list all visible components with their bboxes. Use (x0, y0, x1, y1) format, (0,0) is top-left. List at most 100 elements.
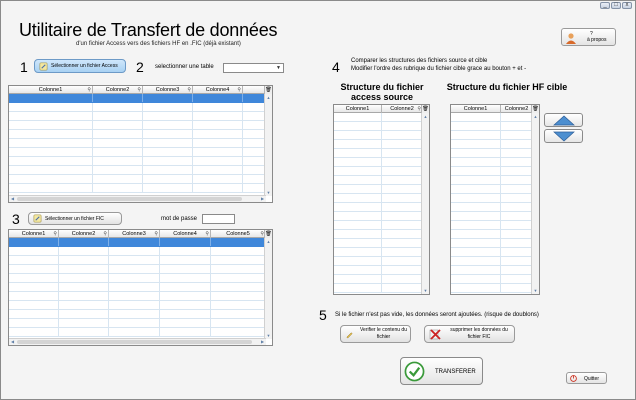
column-header[interactable]: Colonne4 ⚲ (160, 230, 211, 238)
table-row[interactable] (334, 194, 423, 203)
table-row[interactable] (9, 121, 266, 130)
table-row[interactable] (451, 275, 533, 284)
scroll-up-icon[interactable]: ▲ (265, 94, 272, 101)
table-row[interactable] (451, 230, 533, 239)
table-row[interactable] (451, 257, 533, 266)
table-row[interactable] (334, 158, 423, 167)
select-access-file-button[interactable]: Sélectionner un fichier Access (34, 59, 126, 73)
table-row[interactable] (334, 212, 423, 221)
table-row[interactable] (9, 139, 266, 148)
table-row[interactable] (451, 203, 533, 212)
table-row[interactable] (334, 113, 423, 122)
table-row[interactable] (9, 301, 266, 310)
fic-data-grid[interactable]: Colonne1 ⚲ Colonne2 ⚲ Colonne3 ⚲ Colonne4 ⚲ … (8, 229, 273, 346)
access-data-grid[interactable]: Colonne1 ⚲ Colonne2 ⚲ Colonne3 ⚲ Colonne4 ⚲ … (8, 85, 273, 203)
column-header[interactable]: Colonne2 (501, 105, 533, 113)
table-row[interactable] (9, 94, 266, 103)
transfer-button[interactable]: TRANSFERER (400, 357, 483, 385)
table-row[interactable] (9, 292, 266, 301)
table-row[interactable] (334, 122, 423, 131)
table-row[interactable] (9, 184, 266, 193)
column-header[interactable]: Colonne3 ⚲ (109, 230, 160, 238)
table-row[interactable] (334, 149, 423, 158)
table-row[interactable] (451, 266, 533, 275)
vertical-scrollbar[interactable]: ▲ ▼ (264, 94, 272, 196)
table-row[interactable] (451, 113, 533, 122)
scroll-down-icon[interactable]: ▼ (265, 332, 272, 339)
column-header[interactable]: Colonne5 ⚲ (211, 230, 266, 238)
trash-icon[interactable]: 🗑 (264, 86, 272, 94)
table-row[interactable] (334, 284, 423, 293)
vertical-scrollbar[interactable]: ▲ ▼ (421, 113, 429, 294)
table-row[interactable] (451, 284, 533, 293)
table-row[interactable] (451, 212, 533, 221)
column-header[interactable]: Colonne2 ⚲ (93, 86, 143, 94)
maximize-button[interactable]: □ (611, 2, 621, 9)
horizontal-scrollbar[interactable]: ◀ ▶ (9, 195, 266, 202)
move-up-button[interactable] (544, 113, 583, 127)
table-row[interactable] (451, 167, 533, 176)
table-row[interactable] (9, 130, 266, 139)
delete-fic-data-button[interactable]: supprimer les données du fichier FIC (424, 325, 515, 343)
scroll-up-icon[interactable]: ▲ (265, 238, 272, 245)
table-select[interactable]: ▼ (223, 63, 284, 73)
table-row[interactable] (9, 112, 266, 121)
scroll-up-icon[interactable]: ▲ (532, 113, 539, 120)
table-row[interactable] (451, 122, 533, 131)
table-row[interactable] (9, 274, 266, 283)
table-row[interactable] (334, 230, 423, 239)
table-row[interactable] (334, 275, 423, 284)
quit-button[interactable]: Quitter (566, 372, 607, 384)
column-header[interactable]: Colonne1 ⚲ (9, 86, 93, 94)
column-header[interactable]: Colonne2 ⚲ (382, 105, 423, 113)
table-row[interactable] (334, 185, 423, 194)
scroll-down-icon[interactable]: ▼ (422, 287, 429, 294)
table-row[interactable] (9, 148, 266, 157)
scroll-left-icon[interactable]: ◀ (9, 339, 16, 345)
table-row[interactable] (334, 248, 423, 257)
table-row[interactable] (334, 203, 423, 212)
table-row[interactable] (334, 176, 423, 185)
scroll-right-icon[interactable]: ▶ (259, 196, 266, 202)
about-button[interactable]: ? à propos (561, 28, 616, 46)
select-fic-file-button[interactable]: Sélectionner un fichier FIC (28, 212, 122, 225)
table-row[interactable] (9, 103, 266, 112)
table-row[interactable] (9, 319, 266, 328)
column-header[interactable]: Colonne1 ⚲ (9, 230, 59, 238)
table-row[interactable] (334, 131, 423, 140)
table-row[interactable] (451, 176, 533, 185)
column-header[interactable]: Colonne1 (451, 105, 501, 113)
table-row[interactable] (9, 166, 266, 175)
table-row[interactable] (9, 283, 266, 292)
scroll-right-icon[interactable]: ▶ (259, 339, 266, 345)
column-header[interactable]: Colonne2 ⚲ (59, 230, 109, 238)
column-header[interactable]: Colonne4 ⚲ (193, 86, 243, 94)
table-row[interactable] (334, 239, 423, 248)
scroll-down-icon[interactable]: ▼ (265, 189, 272, 196)
table-row[interactable] (334, 167, 423, 176)
close-button[interactable]: x (622, 2, 632, 9)
trash-icon[interactable]: 🗑 (531, 105, 539, 113)
trash-icon[interactable]: 🗑 (421, 105, 429, 113)
horizontal-scrollbar[interactable]: ◀ ▶ (9, 338, 266, 345)
table-row[interactable] (9, 310, 266, 319)
scroll-up-icon[interactable]: ▲ (422, 113, 429, 120)
move-down-button[interactable] (544, 129, 583, 143)
table-row[interactable] (451, 185, 533, 194)
table-row[interactable] (9, 238, 266, 247)
table-row[interactable] (451, 158, 533, 167)
table-row[interactable] (451, 239, 533, 248)
trash-icon[interactable]: 🗑 (264, 230, 272, 238)
vertical-scrollbar[interactable]: ▲ ▼ (531, 113, 539, 294)
column-header[interactable]: Colonne3 ⚲ (143, 86, 193, 94)
table-row[interactable] (451, 131, 533, 140)
table-row[interactable] (451, 221, 533, 230)
table-row[interactable] (451, 149, 533, 158)
table-row[interactable] (334, 266, 423, 275)
verify-file-button[interactable]: Verifier le contenu du fichier (340, 325, 411, 343)
table-row[interactable] (451, 194, 533, 203)
target-structure-grid[interactable]: Colonne1 Colonne2 🗑 ▲ ▼ (450, 104, 540, 295)
table-row[interactable] (334, 140, 423, 149)
table-row[interactable] (9, 175, 266, 184)
scroll-thumb[interactable] (17, 340, 252, 344)
